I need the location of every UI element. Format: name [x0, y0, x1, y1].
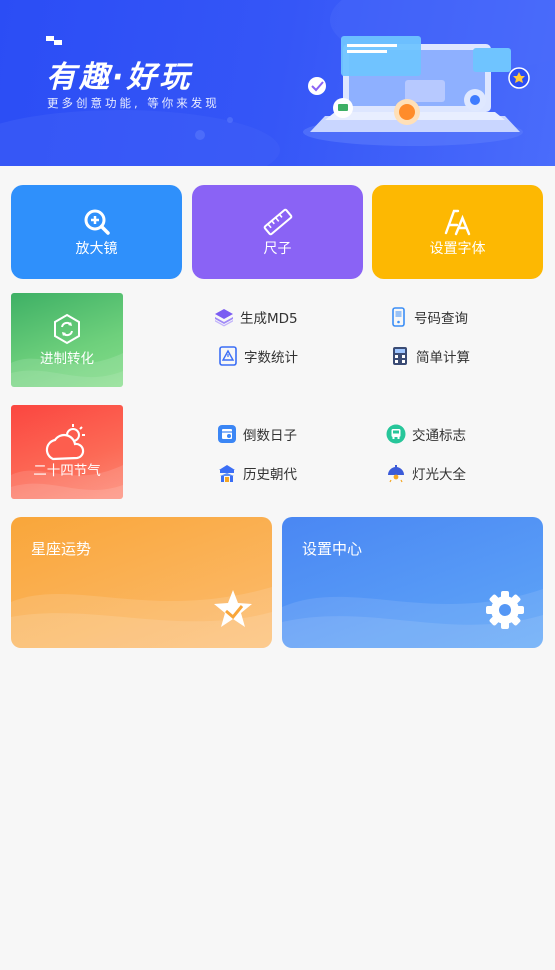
- calculator-icon: [393, 347, 407, 365]
- solar-terms-tile[interactable]: 二十四节气: [11, 405, 123, 499]
- lights-link[interactable]: 灯光大全: [386, 462, 466, 484]
- settings-center-card[interactable]: 设置中心: [282, 517, 543, 648]
- gear-icon: [486, 591, 524, 629]
- lights-label: 灯光大全: [412, 467, 466, 483]
- md5-link[interactable]: 生成MD5: [214, 306, 298, 328]
- text-count-icon: [219, 346, 237, 366]
- simple-calc-label: 简单计算: [416, 350, 470, 366]
- horoscope-label: 星座运势: [31, 540, 92, 558]
- ruler-card[interactable]: 尺子: [192, 185, 363, 279]
- magnifier-icon: [84, 209, 110, 235]
- hexagon-convert-icon: [54, 313, 80, 345]
- banner: 有趣·好玩 更多创意功能, 等你来发现: [0, 0, 555, 166]
- banner-title: 有趣·好玩: [46, 60, 193, 95]
- simple-calc-link[interactable]: 简单计算: [390, 345, 470, 367]
- countdown-label: 倒数日子: [243, 428, 297, 444]
- md5-label: 生成MD5: [240, 311, 298, 327]
- magnifier-label: 放大镜: [75, 241, 118, 257]
- calendar-icon: [218, 425, 236, 443]
- traffic-signs-link[interactable]: 交通标志: [386, 423, 466, 445]
- word-count-link[interactable]: 字数统计: [218, 345, 298, 367]
- dynasties-label: 历史朝代: [243, 467, 297, 483]
- bus-icon: [386, 424, 406, 444]
- solar-terms-label: 二十四节气: [33, 463, 101, 479]
- laptop-illustration-icon: [303, 36, 530, 146]
- font-settings-card[interactable]: 设置字体: [372, 185, 543, 279]
- ruler-icon: [263, 208, 292, 236]
- word-count-label: 字数统计: [244, 350, 298, 366]
- layers-icon: [215, 309, 233, 327]
- phone-lookup-link[interactable]: 号码查询: [388, 306, 468, 328]
- settings-center-label: 设置中心: [302, 540, 363, 558]
- countdown-link[interactable]: 倒数日子: [217, 423, 297, 445]
- base-conversion-label: 进制转化: [40, 351, 94, 367]
- font-icon: [444, 209, 470, 236]
- font-settings-label: 设置字体: [429, 241, 486, 257]
- phone-lookup-label: 号码查询: [414, 311, 468, 327]
- ruler-label: 尺子: [263, 241, 292, 257]
- dynasties-link[interactable]: 历史朝代: [217, 462, 297, 484]
- weather-sun-cloud-icon: [45, 424, 85, 461]
- traffic-signs-label: 交通标志: [412, 428, 466, 444]
- pavilion-icon: [219, 465, 235, 482]
- horoscope-card[interactable]: 星座运势: [11, 517, 272, 648]
- phone-icon: [392, 307, 405, 327]
- base-conversion-tile[interactable]: 进制转化: [11, 293, 123, 387]
- lamp-icon: [388, 465, 404, 483]
- banner-subtitle: 更多创意功能, 等你来发现: [47, 96, 220, 110]
- magnifier-card[interactable]: 放大镜: [11, 185, 182, 279]
- star-icon: [214, 590, 252, 627]
